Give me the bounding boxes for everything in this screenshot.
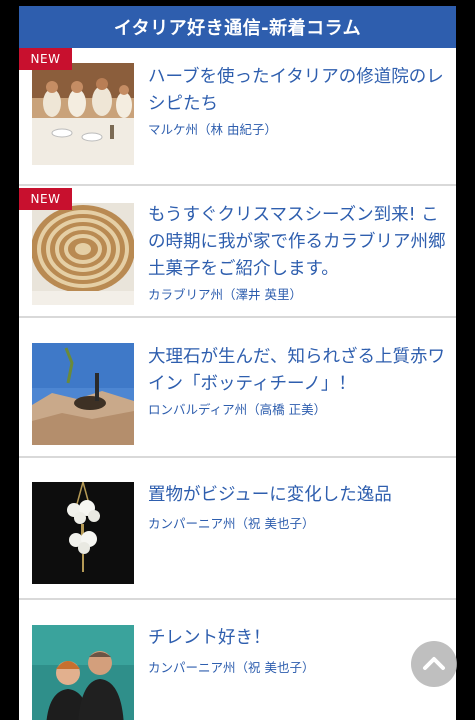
bijou-necklace-thumbnail[interactable]	[32, 482, 134, 584]
item-title[interactable]: もうすぐクリスマスシーズン到来! この時期に我が家で作るカラブリア州郷土菓子をご…	[148, 202, 446, 283]
new-badge: NEW	[19, 48, 72, 70]
scroll-to-top-button[interactable]	[411, 641, 457, 687]
item-title[interactable]: ハーブを使ったイタリアの修道院のレシピたち	[148, 64, 446, 118]
item-author: カラブリア州（澤井 英里）	[148, 287, 302, 302]
list-item[interactable]: NEW ハーブを使ったイタリアの修道院のレシピたち マルケ州（林 由紀子）	[19, 48, 456, 186]
list-item[interactable]: NEW もうすぐクリスマスシーズン到来! この時期に我が家で作るカラブリア州郷土…	[19, 188, 456, 318]
new-badge: NEW	[19, 188, 72, 210]
list-item[interactable]: 置物がビジューに変化した逸品 カンパーニア州（祝 美也子）	[19, 460, 456, 600]
marble-quarry-thumbnail[interactable]	[32, 343, 134, 445]
item-author: カンパーニア州（祝 美也子）	[148, 660, 315, 675]
page-title: イタリア好き通信-新着コラム	[19, 6, 456, 48]
list-item[interactable]: 大理石が生んだ、知られざる上質赤ワイン「ボッティチーノ」！ ロンバルディア州（高…	[19, 320, 456, 458]
spiral-pastry-thumbnail[interactable]	[32, 203, 134, 305]
chevron-up-icon	[423, 657, 445, 670]
item-title[interactable]: チレント好き！	[148, 625, 446, 652]
item-author: ロンバルディア州（高橋 正美）	[148, 402, 327, 417]
item-author: マルケ州（林 由紀子）	[148, 122, 277, 137]
item-author: カンパーニア州（祝 美也子）	[148, 516, 315, 531]
list-item[interactable]: チレント好き！ カンパーニア州（祝 美也子）	[19, 602, 456, 720]
item-title[interactable]: 大理石が生んだ、知られざる上質赤ワイン「ボッティチーノ」！	[148, 344, 446, 398]
couple-portrait-thumbnail[interactable]	[32, 625, 134, 720]
column-panel: イタリア好き通信-新着コラム NEW ハーブを使ったイタリアの修道院のレシピたち…	[19, 6, 456, 720]
item-title[interactable]: 置物がビジューに変化した逸品	[148, 482, 446, 509]
monastery-kitchen-thumbnail[interactable]	[32, 63, 134, 165]
